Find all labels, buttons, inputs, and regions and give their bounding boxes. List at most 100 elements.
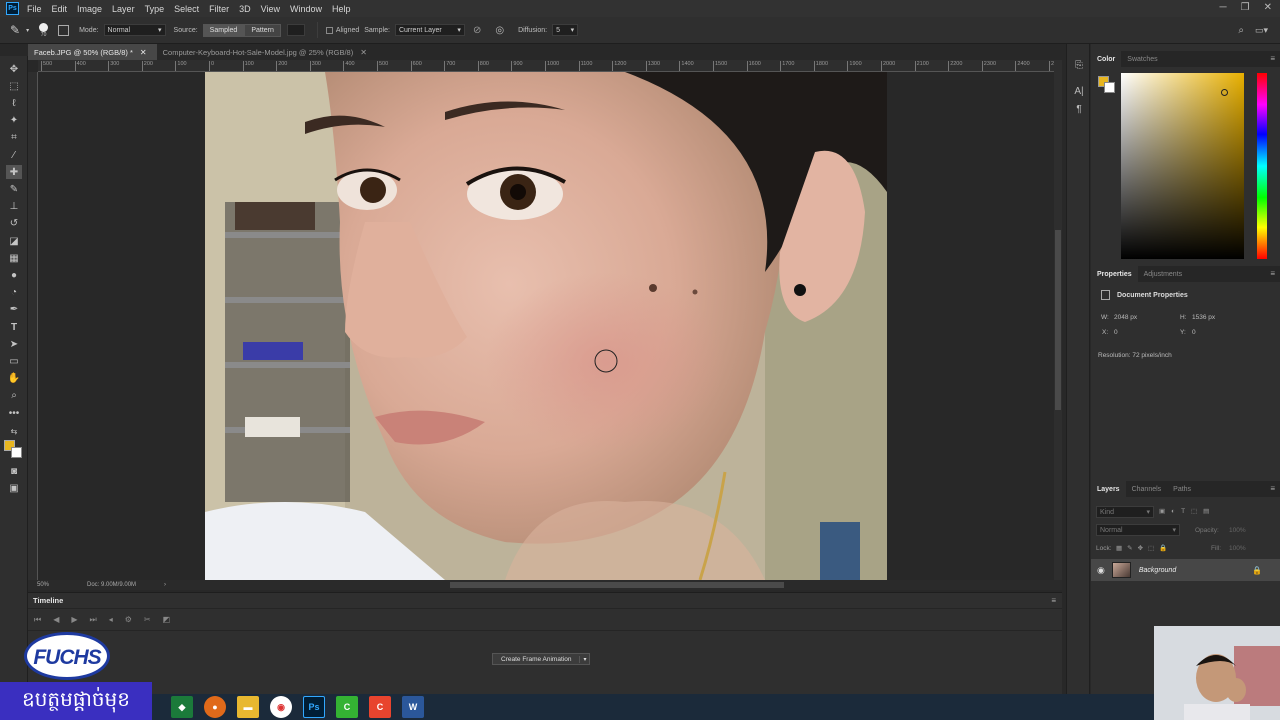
tab-swatches[interactable]: Swatches bbox=[1121, 51, 1163, 67]
menu-window[interactable]: Window bbox=[290, 4, 322, 14]
opacity-value[interactable]: 100% bbox=[1229, 527, 1246, 534]
sampled-button[interactable]: Sampled bbox=[202, 23, 245, 37]
menu-view[interactable]: View bbox=[261, 4, 280, 14]
menu-filter[interactable]: Filter bbox=[209, 4, 229, 14]
menu-3d[interactable]: 3D bbox=[239, 4, 251, 14]
gradient-tool-icon[interactable]: ▦ bbox=[6, 251, 22, 265]
eraser-tool-icon[interactable]: ◪ bbox=[6, 234, 22, 248]
sample-dropdown[interactable]: Current Layer ▾ bbox=[394, 24, 465, 36]
fill-value[interactable]: 100% bbox=[1229, 545, 1246, 552]
app-cleaner-icon[interactable]: ◆ bbox=[171, 696, 193, 718]
minimize-icon[interactable]: ─ bbox=[1220, 2, 1227, 13]
tab-layers[interactable]: Layers bbox=[1091, 481, 1126, 497]
blend-mode-dropdown[interactable]: Normal ▾ bbox=[1096, 524, 1180, 536]
panel-menu-icon[interactable]: ≡ bbox=[1270, 484, 1275, 493]
color-background-swatch[interactable] bbox=[1104, 82, 1115, 93]
menu-image[interactable]: Image bbox=[77, 4, 102, 14]
aligned-checkbox[interactable] bbox=[325, 26, 333, 34]
canvas-scrollbar-horizontal[interactable] bbox=[450, 582, 784, 588]
tab-keyboard[interactable]: Computer-Keyboard-Hot-Sale-Model.jpg @ 2… bbox=[157, 44, 377, 60]
menu-file[interactable]: File bbox=[27, 4, 42, 14]
more-tools-icon[interactable]: ••• bbox=[6, 406, 22, 420]
tab-adjustments[interactable]: Adjustments bbox=[1138, 266, 1189, 282]
type-tool-icon[interactable]: T bbox=[6, 320, 22, 334]
chevron-down-icon[interactable]: ▾ bbox=[26, 27, 29, 34]
tab-properties[interactable]: Properties bbox=[1091, 266, 1138, 282]
blur-tool-icon[interactable]: ● bbox=[6, 268, 22, 282]
healing-brush-icon[interactable]: ✎ bbox=[10, 23, 20, 37]
screen-mode-icon[interactable]: ▣ bbox=[6, 481, 22, 495]
layer-kind-filter[interactable]: Kind ▾ bbox=[1096, 506, 1154, 518]
zoom-tool-icon[interactable]: ⌕ bbox=[6, 388, 22, 402]
tab-channels[interactable]: Channels bbox=[1126, 481, 1168, 497]
close-icon[interactable]: ✕ bbox=[140, 48, 147, 57]
rectangle-tool-icon[interactable]: ▭ bbox=[6, 354, 22, 368]
photoshop-taskbar-icon[interactable]: Ps bbox=[303, 696, 325, 718]
height-value[interactable]: 1536 px bbox=[1192, 314, 1215, 321]
pattern-button[interactable]: Pattern bbox=[244, 23, 281, 37]
document-image[interactable] bbox=[205, 72, 887, 580]
x-value[interactable]: 0 bbox=[1114, 329, 1118, 336]
layer-filter-icons[interactable]: ▣◐T⬚▤ bbox=[1159, 507, 1215, 515]
tab-faceb[interactable]: Faceb.JPG @ 50% (RGB/8) * ✕ bbox=[28, 44, 157, 60]
brush-settings-icon[interactable] bbox=[58, 24, 70, 36]
brush-tool-icon[interactable]: ✎ bbox=[6, 182, 22, 196]
layer-name[interactable]: Background bbox=[1139, 567, 1176, 574]
chrome-icon[interactable]: ◉ bbox=[270, 696, 292, 718]
search-icon[interactable]: ⌕ bbox=[1238, 25, 1244, 36]
restore-icon[interactable]: ❐ bbox=[1241, 2, 1250, 13]
paragraph-panel-icon[interactable]: ¶ bbox=[1073, 104, 1085, 116]
tab-paths[interactable]: Paths bbox=[1167, 481, 1197, 497]
menu-layer[interactable]: Layer bbox=[112, 4, 135, 14]
close-icon[interactable]: ✕ bbox=[1264, 2, 1272, 13]
lock-icons[interactable]: ▦✎✥⬚🔒 bbox=[1116, 544, 1172, 552]
dodge-tool-icon[interactable]: ◔ bbox=[6, 285, 22, 299]
mode-dropdown[interactable]: Normal ▾ bbox=[103, 24, 166, 36]
close-icon[interactable]: ✕ bbox=[360, 48, 367, 57]
transition-icon[interactable]: ◩ bbox=[163, 615, 171, 624]
hand-tool-icon[interactable]: ✋ bbox=[6, 371, 22, 385]
zoom-level[interactable]: 50% bbox=[37, 582, 87, 588]
pressure-icon[interactable]: ◎ bbox=[495, 25, 504, 36]
path-selection-tool-icon[interactable]: ➤ bbox=[6, 337, 22, 351]
menu-help[interactable]: Help bbox=[332, 4, 351, 14]
diffusion-field[interactable]: 5 ▾ bbox=[552, 24, 579, 36]
scroll-thumb[interactable] bbox=[1055, 230, 1061, 410]
ignore-adjustment-icon[interactable]: ⊘ bbox=[473, 25, 481, 36]
background-color-swatch[interactable] bbox=[11, 447, 22, 458]
chevron-down-icon[interactable]: ▾ bbox=[579, 655, 589, 663]
quick-mask-icon[interactable]: ◙ bbox=[6, 464, 22, 478]
recorder-icon[interactable]: C bbox=[369, 696, 391, 718]
create-frame-animation-button[interactable]: Create Frame Animation ▾ bbox=[492, 653, 591, 665]
history-panel-icon[interactable]: ⎘ bbox=[1073, 60, 1085, 72]
word-icon[interactable]: W bbox=[402, 696, 424, 718]
timeline-title[interactable]: Timeline bbox=[33, 596, 63, 605]
lasso-tool-icon[interactable]: ℓ bbox=[6, 96, 22, 110]
camtasia-icon[interactable]: C bbox=[336, 696, 358, 718]
healing-brush-tool-icon[interactable]: ✚ bbox=[6, 165, 22, 179]
marquee-tool-icon[interactable]: ⬚ bbox=[6, 79, 22, 93]
hue-slider[interactable] bbox=[1257, 73, 1267, 259]
crop-tool-icon[interactable]: ⌗ bbox=[6, 130, 22, 144]
menu-select[interactable]: Select bbox=[174, 4, 199, 14]
pen-tool-icon[interactable]: ✒ bbox=[6, 302, 22, 316]
width-value[interactable]: 2048 px bbox=[1114, 314, 1137, 321]
panel-menu-icon[interactable]: ≡ bbox=[1270, 269, 1275, 278]
swap-colors-icon[interactable]: ⇆ bbox=[6, 424, 22, 438]
file-explorer-icon[interactable]: ▬ bbox=[237, 696, 259, 718]
brush-preset-picker[interactable]: 70 bbox=[39, 22, 49, 38]
canvas-area[interactable] bbox=[38, 72, 1054, 580]
move-tool-icon[interactable]: ✥ bbox=[6, 62, 22, 76]
character-panel-icon[interactable]: A| bbox=[1073, 86, 1085, 98]
tab-color[interactable]: Color bbox=[1091, 51, 1122, 67]
clone-stamp-tool-icon[interactable]: ⊥ bbox=[6, 199, 22, 213]
workspace-icon[interactable]: ▭▾ bbox=[1255, 25, 1268, 36]
canvas-scrollbar-vertical[interactable] bbox=[1054, 60, 1062, 590]
chevron-right-icon[interactable]: › bbox=[164, 582, 166, 588]
magic-wand-tool-icon[interactable]: ✦ bbox=[6, 113, 22, 127]
eye-icon[interactable]: ◉ bbox=[1097, 565, 1105, 576]
panel-menu-icon[interactable]: ≡ bbox=[1051, 596, 1056, 605]
panel-menu-icon[interactable]: ≡ bbox=[1270, 54, 1275, 63]
menu-type[interactable]: Type bbox=[145, 4, 165, 14]
pattern-picker[interactable] bbox=[286, 24, 305, 36]
